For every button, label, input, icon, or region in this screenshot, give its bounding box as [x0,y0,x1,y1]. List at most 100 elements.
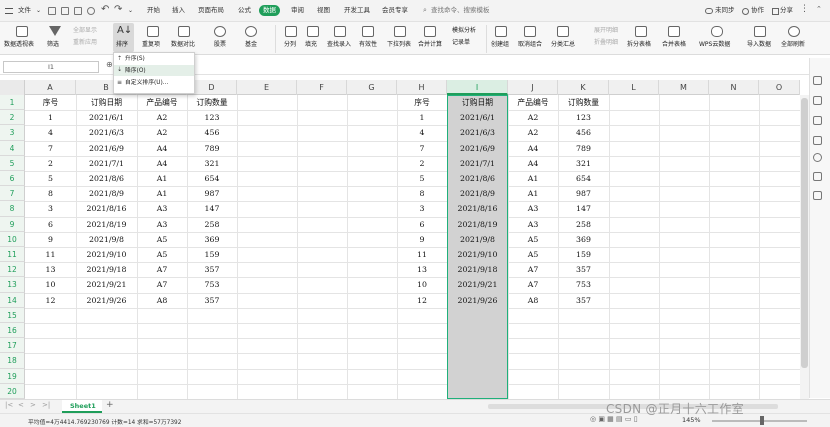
compare-button[interactable]: 数据对比 [171,41,195,49]
record-form-button[interactable]: 记录单 [452,39,470,47]
left-table-cell[interactable]: 2 [25,156,76,171]
right-table-cell[interactable]: 321 [558,156,609,171]
right-table-cell[interactable]: 159 [558,247,609,262]
left-table-cell[interactable]: A7 [137,277,187,292]
row-header-4[interactable]: 4 [0,140,25,156]
left-table-cell[interactable]: A7 [137,262,187,277]
refresh-all-button[interactable]: 全部刷新 [781,41,805,49]
column-header-F[interactable]: F [297,80,347,95]
left-table-cell[interactable]: 2021/9/26 [76,293,137,308]
lookup-icon[interactable] [334,26,346,37]
select-all-corner[interactable] [0,80,25,95]
right-table-cell[interactable]: A2 [508,110,558,125]
right-table-cell[interactable]: A5 [508,247,558,262]
right-header-cell[interactable]: 订购日期 [447,95,508,110]
add-sheet-icon[interactable]: + [106,400,114,410]
reference-icon[interactable] [813,136,822,145]
export-icon[interactable] [61,7,69,15]
zoom-magnifier-icon[interactable]: ⊕ [106,60,113,69]
right-table-cell[interactable]: A8 [508,293,558,308]
refresh-icon[interactable] [788,26,800,37]
left-table-cell[interactable]: 2021/7/1 [76,156,137,171]
left-table-cell[interactable]: 2021/9/18 [76,262,137,277]
right-table-cell[interactable]: 2021/6/1 [447,110,508,125]
tab-page-layout[interactable]: 页面布局 [198,5,224,16]
left-table-cell[interactable]: 5 [25,171,76,186]
custom-sort-item[interactable]: 自定义排序(U)... [125,78,191,88]
left-table-cell[interactable]: 4 [25,125,76,140]
stock-icon[interactable] [214,26,226,37]
right-table-cell[interactable]: 2021/8/16 [447,201,508,216]
left-header-cell[interactable]: 序号 [25,95,76,110]
right-table-cell[interactable]: 2021/6/9 [447,141,508,156]
help-icon[interactable] [813,153,822,162]
prev-sheet-icon[interactable]: < [18,401,24,409]
dropdown-list-icon[interactable] [394,26,406,37]
chevron-down-icon[interactable]: ⌄ [36,7,41,14]
row-header-6[interactable]: 6 [0,171,25,187]
left-table-cell[interactable]: 6 [25,217,76,232]
next-sheet-icon[interactable]: > [30,401,36,409]
left-header-cell[interactable]: 订购日期 [76,95,137,110]
right-table-cell[interactable]: 2021/8/9 [447,186,508,201]
consolidate-icon[interactable] [424,26,436,37]
right-table-cell[interactable]: 123 [558,110,609,125]
row-header-17[interactable]: 17 [0,338,25,354]
fill-button[interactable]: 填充 [305,41,317,49]
pointer-icon[interactable] [813,76,822,85]
right-header-cell[interactable]: 产品编号 [508,95,558,110]
left-table-cell[interactable]: 10 [25,277,76,292]
share-panel-icon[interactable] [813,172,822,181]
sort-button[interactable]: 排序 [116,41,128,49]
right-table-cell[interactable]: 8 [397,186,447,201]
left-table-cell[interactable]: 456 [187,125,237,140]
row-header-1[interactable]: 1 [0,95,25,111]
right-table-cell[interactable]: 369 [558,232,609,247]
right-table-cell[interactable]: A1 [508,186,558,201]
right-table-cell[interactable]: 12 [397,293,447,308]
left-table-cell[interactable]: 11 [25,247,76,262]
duplicates-button[interactable]: 重复项 [142,41,160,49]
split-table-button[interactable]: 拆分表格 [627,41,651,49]
right-table-cell[interactable]: 654 [558,171,609,186]
row-header-11[interactable]: 11 [0,247,25,263]
vertical-scroll-thumb[interactable] [801,98,808,368]
sort-ascending-item[interactable]: 升序(S) [125,54,191,64]
left-table-cell[interactable]: 13 [25,262,76,277]
right-header-cell[interactable]: 订购数量 [558,95,609,110]
right-table-cell[interactable]: A4 [508,156,558,171]
right-table-cell[interactable]: 456 [558,125,609,140]
left-table-cell[interactable]: 2021/6/1 [76,110,137,125]
collab-button[interactable]: 协作 [751,5,764,16]
wps-cloud-icon[interactable] [711,26,723,37]
preview-icon[interactable] [87,7,95,15]
right-header-cell[interactable]: 序号 [397,95,447,110]
right-table-cell[interactable]: 258 [558,217,609,232]
left-table-cell[interactable]: 654 [187,171,237,186]
row-header-20[interactable]: 20 [0,383,25,399]
pivot-table-button[interactable]: 数据透视表 [4,41,34,49]
undo-icon[interactable]: ↶ [101,4,109,15]
left-table-cell[interactable]: A8 [137,293,187,308]
right-table-cell[interactable]: 2021/9/8 [447,232,508,247]
right-table-cell[interactable]: 753 [558,277,609,292]
wps-cloud-button[interactable]: WPS云数据 [699,41,730,49]
print-icon[interactable] [74,7,82,15]
more-icon[interactable]: ⋮ [800,4,809,14]
zoom-slider-thumb[interactable] [760,416,764,425]
lookup-entry-button[interactable]: 查找录入 [327,41,351,49]
right-table-cell[interactable]: 2021/9/18 [447,262,508,277]
left-table-cell[interactable]: A3 [137,201,187,216]
right-table-cell[interactable]: 2 [397,156,447,171]
ungroup-icon[interactable] [524,26,536,37]
subtotal-icon[interactable] [557,26,569,37]
right-table-cell[interactable]: 987 [558,186,609,201]
ungroup-button[interactable]: 取消组合 [518,41,542,49]
right-table-cell[interactable]: A7 [508,262,558,277]
left-table-cell[interactable]: 789 [187,141,237,156]
column-header-K[interactable]: K [558,80,609,95]
fund-button[interactable]: 基金 [245,41,257,49]
right-table-cell[interactable]: 357 [558,262,609,277]
left-table-cell[interactable]: A2 [137,125,187,140]
right-table-cell[interactable]: 6 [397,217,447,232]
